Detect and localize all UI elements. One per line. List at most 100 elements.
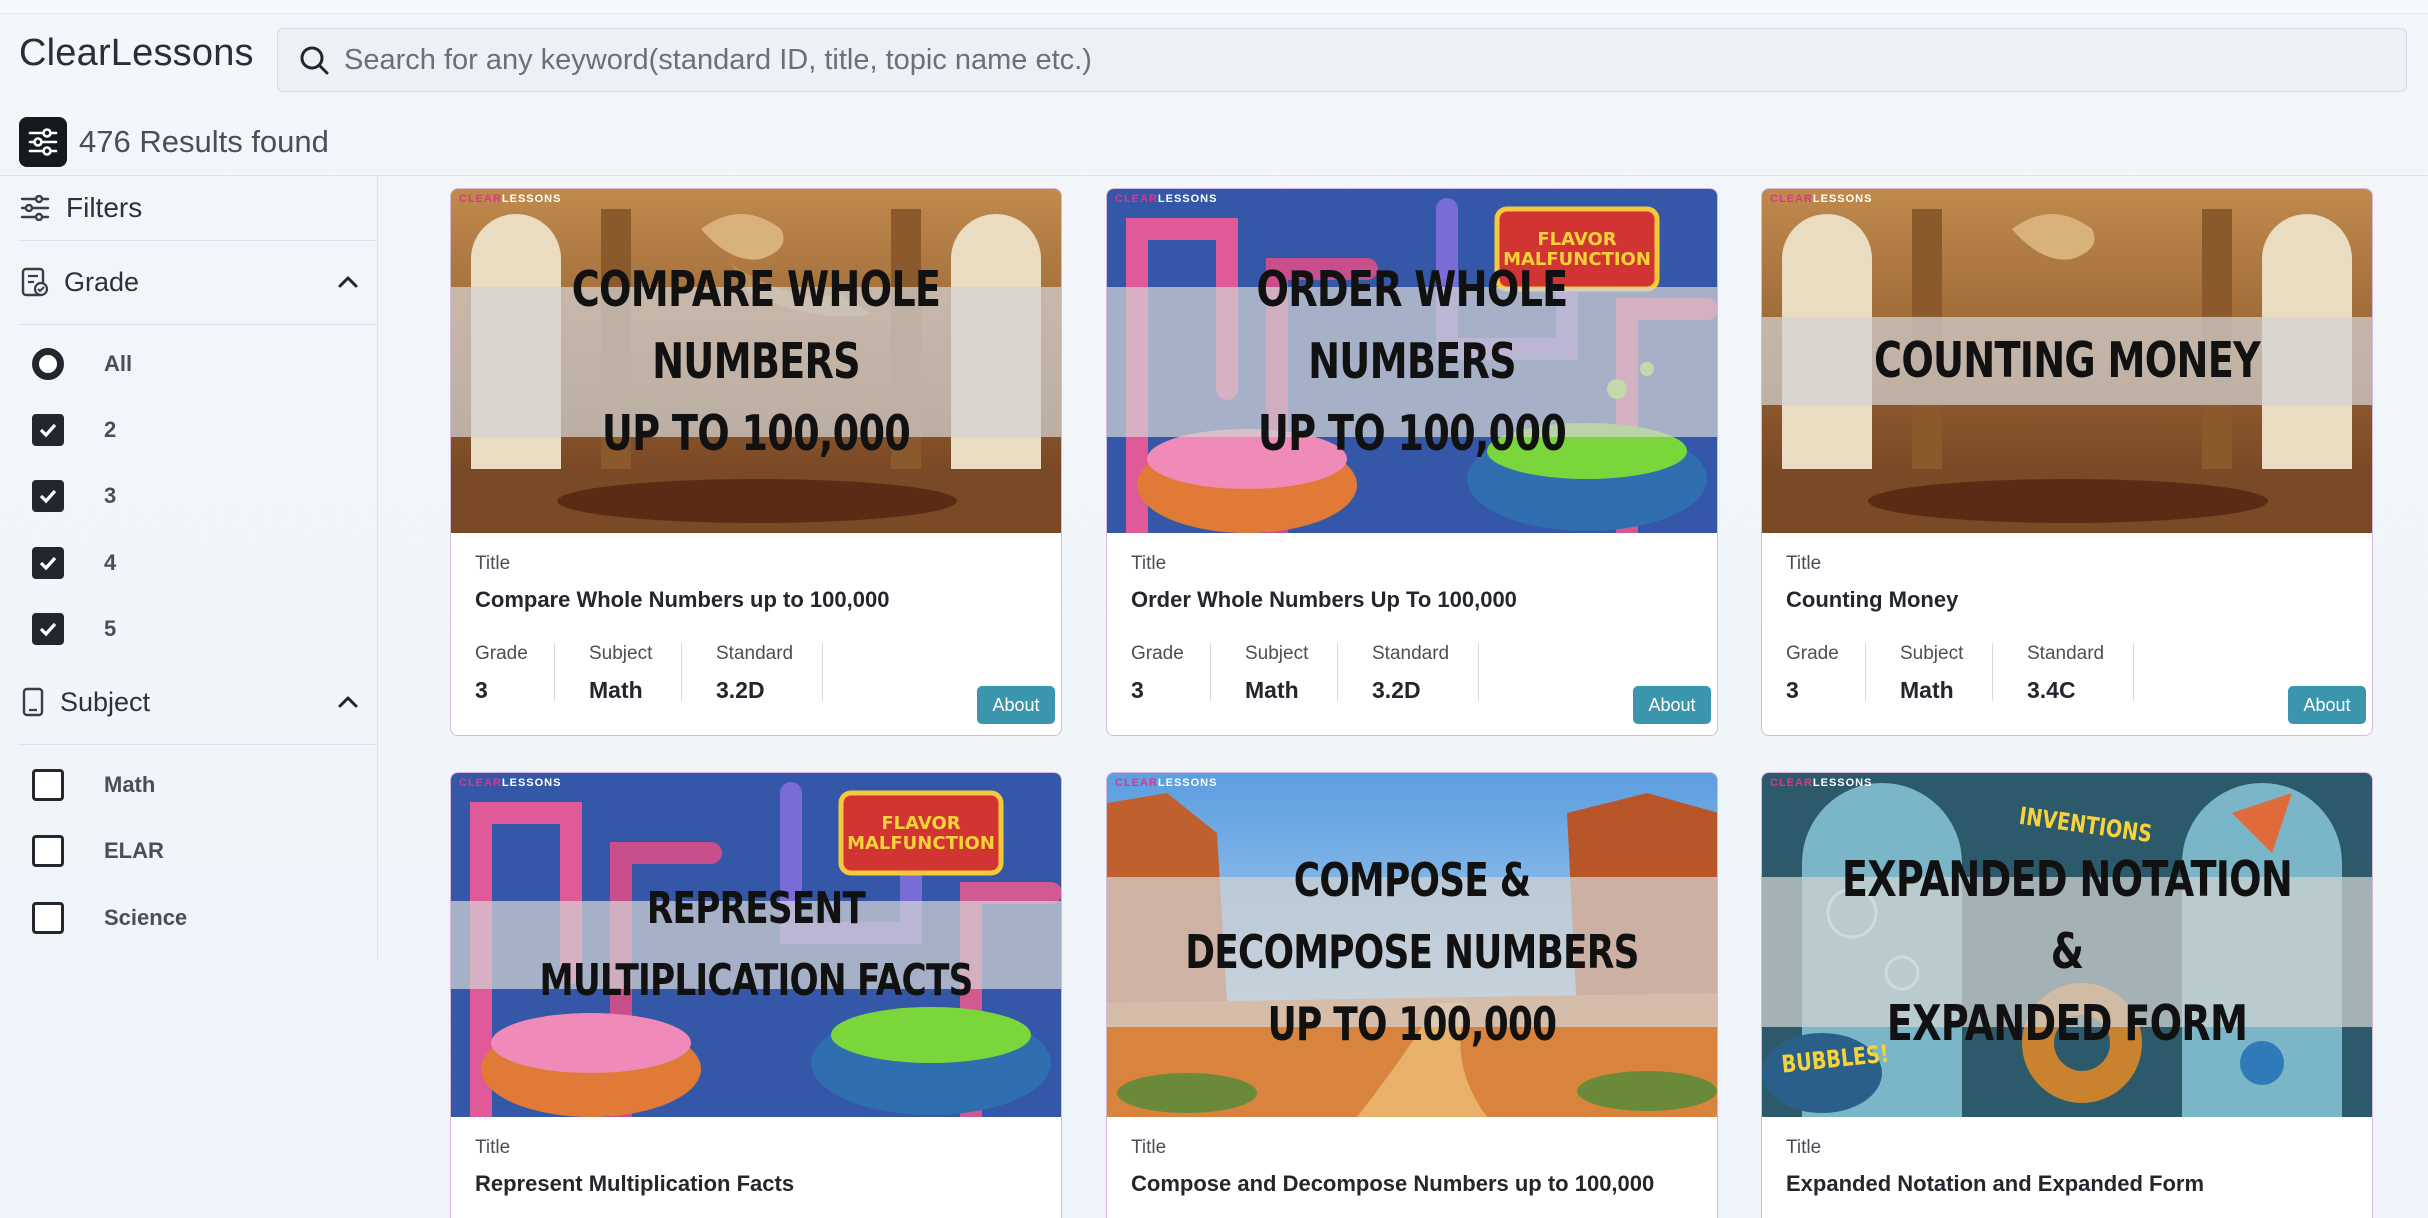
thumbnail-banner: ORDER WHOLE NUMBERS UP TO 100,000	[1107, 261, 1717, 462]
thumbnail-text: EXPANDED NOTATION & EXPANDED FORM	[1841, 851, 2293, 1052]
divider	[18, 324, 378, 325]
checkbox-science[interactable]	[32, 902, 64, 934]
lesson-title: Compose and Decompose Numbers up to 100,…	[1131, 1171, 1655, 1196]
thumbnail-banner: EXPANDED NOTATION & EXPANDED FORM	[1762, 851, 2372, 1052]
thumbnail-banner: COMPARE WHOLE NUMBERS UP TO 100,000	[451, 261, 1061, 462]
standard-column: Standard 3.4C	[2027, 643, 2134, 703]
check-icon	[39, 556, 57, 571]
about-button[interactable]: About	[1633, 686, 1711, 724]
grade-option-2[interactable]: 2	[32, 413, 116, 447]
radio-all[interactable]	[32, 348, 64, 380]
lesson-title: Counting Money	[1786, 587, 1959, 612]
thumbnail-text: ORDER WHOLE NUMBERS UP TO 100,000	[1256, 261, 1568, 462]
subject-option-science[interactable]: Science	[32, 901, 187, 935]
about-button[interactable]: About	[977, 686, 1055, 724]
title-label: Title	[475, 553, 511, 574]
subject-label: Subject	[1900, 643, 1964, 664]
lesson-thumbnail[interactable]: CLEARLESSONS COMPARE WHOLE NUMBERS UP TO…	[451, 189, 1061, 533]
app-logo[interactable]: ClearLessons	[19, 32, 254, 75]
brand-part-a: CLEAR	[1115, 193, 1158, 205]
chevron-up-icon[interactable]	[336, 270, 360, 294]
lesson-card[interactable]: FLAVOR MALFUNCTION CLEARLESSONS ORDER WH…	[1106, 188, 1718, 736]
checkbox-elar[interactable]	[32, 835, 64, 867]
lesson-thumbnail[interactable]: FLAVOR MALFUNCTION CLEARLESSONS ORDER WH…	[1107, 189, 1717, 533]
search-input[interactable]	[344, 43, 2244, 77]
thumbnail-text: COMPARE WHOLE NUMBERS UP TO 100,000	[571, 261, 941, 462]
thumbnail-text: COMPOSE & DECOMPOSE NUMBERS UP TO 100,00…	[1185, 853, 1639, 1051]
lesson-thumbnail[interactable]: INVENTIONS BUBBLES! CLEARLESSONS EXPANDE…	[1762, 773, 2372, 1117]
lesson-title: Represent Multiplication Facts	[475, 1171, 795, 1196]
checkbox-grade-3[interactable]	[32, 480, 64, 512]
search-icon	[300, 46, 329, 75]
grade-value: 3	[1131, 677, 1144, 703]
subject-column: Subject Math	[1900, 643, 1993, 703]
filters-header: Filters	[20, 192, 142, 224]
lesson-thumbnail[interactable]: CLEARLESSONS COMPOSE & DECOMPOSE NUMBERS…	[1107, 773, 1717, 1117]
lesson-card[interactable]: CLEARLESSONS COMPOSE & DECOMPOSE NUMBERS…	[1106, 772, 1718, 1218]
grade-clipboard-icon	[21, 267, 49, 297]
brand-part-b: LESSONS	[501, 193, 562, 205]
grade-section-label: Grade	[64, 266, 140, 297]
lesson-card[interactable]: FLAVOR MALFUNCTION CLEARLESSONS REPRESEN…	[450, 772, 1062, 1218]
thumbnail-text: COUNTING MONEY	[1874, 332, 2261, 389]
subject-label: Subject	[1245, 643, 1309, 664]
standard-label: Standard	[1372, 643, 1450, 664]
results-count: 476 Results found	[79, 124, 329, 159]
standard-column: Standard 3.2D	[1372, 643, 1479, 703]
chevron-up-icon[interactable]	[336, 690, 360, 714]
thumbnail-brand: CLEARLESSONS	[1115, 777, 1217, 789]
subject-option-elar[interactable]: ELAR	[32, 834, 164, 868]
title-label: Title	[1131, 1137, 1167, 1158]
thumbnail-banner: COUNTING MONEY	[1762, 317, 2372, 405]
grade-column: Grade 3	[1786, 643, 1866, 703]
grade-option-3[interactable]: 3	[32, 479, 116, 513]
grade-option-all[interactable]: All	[32, 347, 132, 381]
standard-label: Standard	[2027, 643, 2105, 664]
brand-part-a: CLEAR	[1115, 777, 1158, 789]
card-body: Title Compose and Decompose Numbers up t…	[1107, 1117, 1717, 1197]
sliders-icon	[28, 128, 58, 156]
grade-label: Grade	[1786, 643, 1839, 664]
option-label: 2	[104, 417, 117, 442]
search-bar[interactable]	[277, 28, 2407, 92]
card-body: Title Expanded Notation and Expanded For…	[1762, 1117, 2372, 1197]
lesson-card[interactable]: INVENTIONS BUBBLES! CLEARLESSONS EXPANDE…	[1761, 772, 2373, 1218]
thumbnail-text: REPRESENT MULTIPLICATION FACTS	[539, 883, 973, 1006]
checkbox-math[interactable]	[32, 769, 64, 801]
option-label: ELAR	[104, 838, 164, 863]
brand-part-b: LESSONS	[1812, 777, 1873, 789]
grade-column: Grade 3	[1131, 643, 1211, 703]
grade-option-5[interactable]: 5	[32, 612, 116, 646]
card-meta: Grade 3 Subject Math Standard 3.2D	[1131, 643, 1693, 703]
lesson-card[interactable]: CLEARLESSONS COMPARE WHOLE NUMBERS UP TO…	[450, 188, 1062, 736]
subject-section-label: Subject	[60, 686, 151, 717]
grade-option-4[interactable]: 4	[32, 546, 116, 580]
checkbox-grade-4[interactable]	[32, 547, 64, 579]
subject-section-header[interactable]: Subject	[20, 682, 360, 722]
card-body: Title Represent Multiplication Facts	[451, 1117, 1061, 1197]
brand-part-b: LESSONS	[501, 777, 562, 789]
check-icon	[39, 622, 57, 637]
checkbox-grade-5[interactable]	[32, 613, 64, 645]
subject-value: Math	[589, 677, 643, 703]
about-button[interactable]: About	[2288, 686, 2366, 724]
thumbnail-brand: CLEARLESSONS	[1115, 193, 1217, 205]
subject-option-math[interactable]: Math	[32, 768, 155, 802]
standard-column: Standard 3.2D	[716, 643, 823, 703]
subject-column: Subject Math	[1245, 643, 1338, 703]
subject-document-icon	[22, 687, 44, 717]
standard-label: Standard	[716, 643, 794, 664]
filters-sidebar: Filters Grade All 2 3 4 5 Subject Math E…	[0, 176, 378, 960]
subject-label: Subject	[589, 643, 653, 664]
grade-section-header[interactable]: Grade	[20, 262, 360, 302]
thumbnail-brand: CLEARLESSONS	[459, 193, 561, 205]
checkbox-grade-2[interactable]	[32, 414, 64, 446]
lesson-thumbnail[interactable]: FLAVOR MALFUNCTION CLEARLESSONS REPRESEN…	[451, 773, 1061, 1117]
title-label: Title	[1786, 1137, 1822, 1158]
option-label: Science	[104, 905, 188, 930]
filter-toggle-button[interactable]	[19, 117, 67, 167]
lesson-card[interactable]: CLEARLESSONS COUNTING MONEY Title Counti…	[1761, 188, 2373, 736]
lesson-thumbnail[interactable]: CLEARLESSONS COUNTING MONEY	[1762, 189, 2372, 533]
divider	[18, 240, 378, 241]
check-icon	[39, 489, 57, 504]
